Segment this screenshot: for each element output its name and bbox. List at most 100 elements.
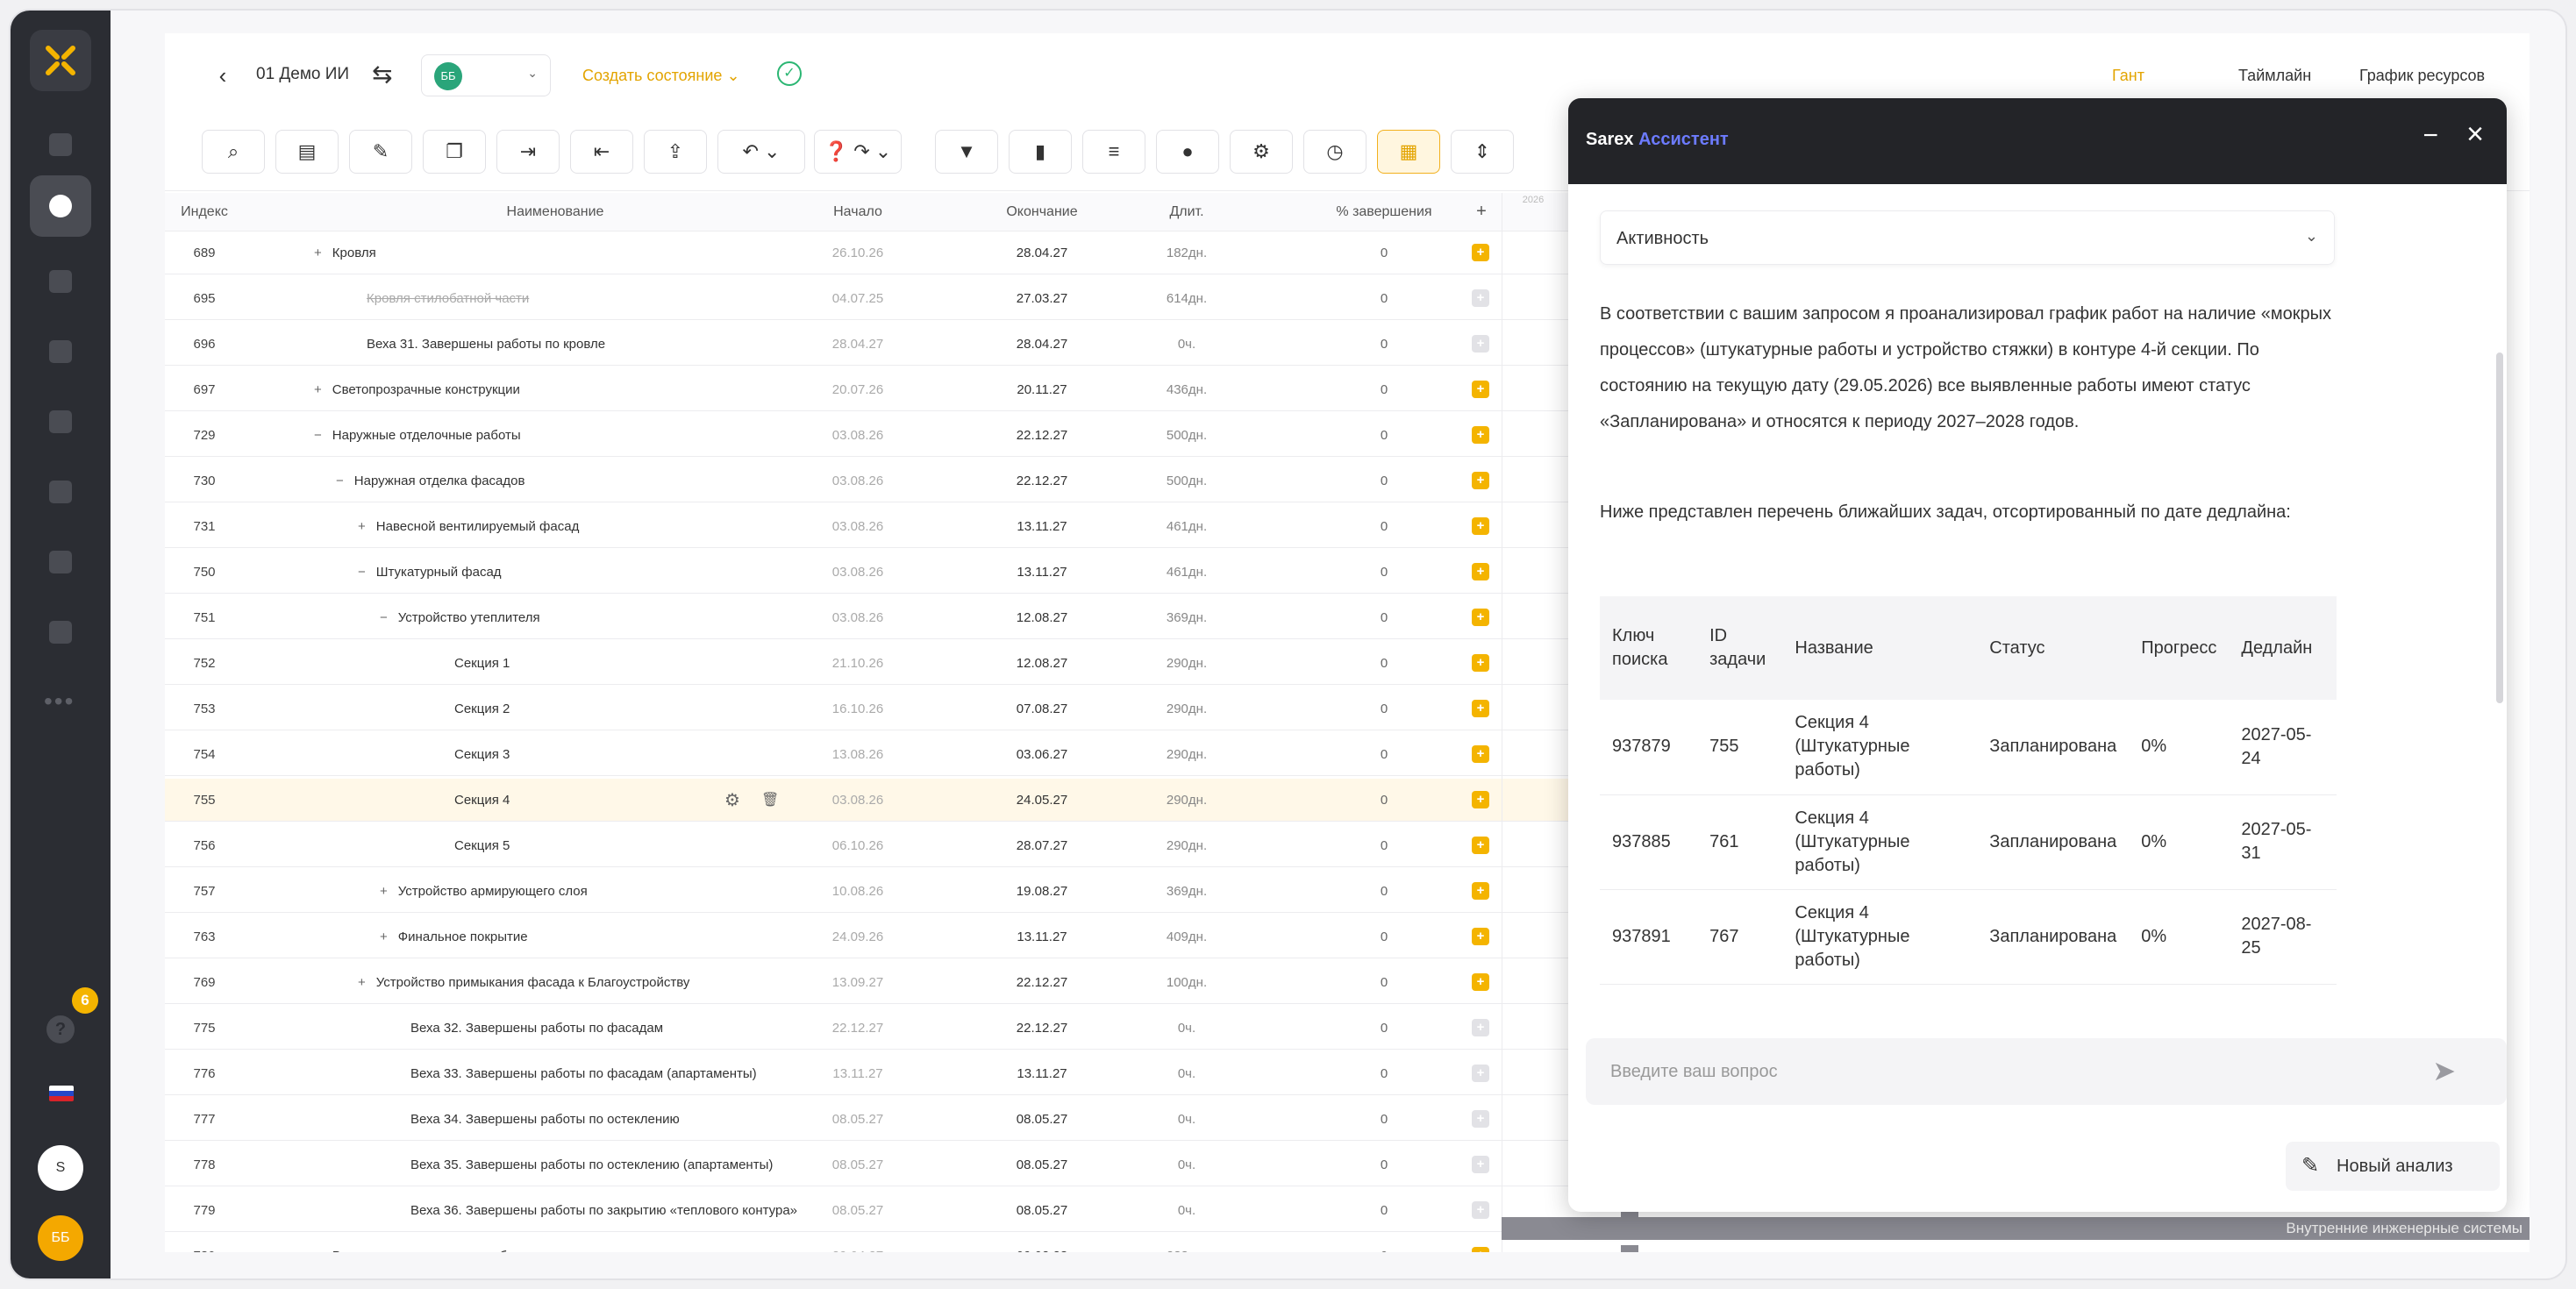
row-toggle[interactable]: +: [380, 929, 388, 944]
table-row[interactable]: 776 Веха 33. Завершены работы по фасадам …: [165, 1052, 1638, 1095]
row-name[interactable]: − Штукатурный фасад: [358, 565, 502, 580]
row-add-button[interactable]: +: [1472, 289, 1489, 307]
indent-button[interactable]: ⇥: [496, 130, 560, 174]
project-title[interactable]: 01 Демо ИИ: [256, 65, 349, 84]
video-icon[interactable]: [39, 123, 82, 167]
table-row[interactable]: 777 Веха 34. Завершены работы по остеклен…: [165, 1098, 1638, 1141]
add-column-button[interactable]: +: [1468, 202, 1495, 222]
document-icon[interactable]: [39, 260, 82, 303]
table-row[interactable]: 757 + Устройство армирующего слоя 10.08.26 1…: [165, 870, 1638, 913]
row-name[interactable]: Веха 32. Завершены работы по фасадам: [410, 1021, 663, 1036]
row-name[interactable]: Кровля стилобатной части: [367, 291, 529, 306]
table-row[interactable]: 697 + Светопрозрачные конструкции 20.07.26 2…: [165, 368, 1638, 411]
swap-icon[interactable]: ⇆: [372, 60, 392, 89]
table-row[interactable]: 779 Веха 36. Завершены работы по закрытию…: [165, 1189, 1638, 1232]
row-name[interactable]: − Устройство утеплителя: [380, 610, 540, 625]
row-add-button[interactable]: +: [1472, 654, 1489, 672]
table-row[interactable]: 751 − Устройство утеплителя 03.08.26 12.08.2…: [165, 596, 1638, 639]
row-toggle[interactable]: +: [358, 975, 366, 990]
expand-button[interactable]: ⇕: [1451, 130, 1514, 174]
header-name[interactable]: Наименование: [428, 204, 682, 220]
activity-dropdown[interactable]: Активность ⌄: [1600, 210, 2335, 265]
row-add-button[interactable]: +: [1472, 882, 1489, 900]
user-button[interactable]: S: [38, 1145, 83, 1191]
table-view-button[interactable]: ▦: [1377, 130, 1440, 174]
header-percent[interactable]: % завершения: [1331, 204, 1437, 220]
row-add-button[interactable]: +: [1472, 563, 1489, 580]
row-add-button[interactable]: +: [1472, 1247, 1489, 1252]
undo-button[interactable]: ↶ ⌄: [717, 130, 805, 174]
filter-button[interactable]: ▼: [935, 130, 998, 174]
row-add-button[interactable]: +: [1472, 928, 1489, 945]
row-add-button[interactable]: +: [1472, 426, 1489, 444]
header-start[interactable]: Начало: [796, 204, 919, 220]
row-toggle[interactable]: −: [336, 474, 344, 488]
add-task-button[interactable]: ▤: [275, 130, 339, 174]
row-name[interactable]: − Наружная отделка фасадов: [336, 474, 524, 488]
row-name[interactable]: Секция 3: [454, 747, 510, 762]
redo-button[interactable]: ❓ ↷ ⌄: [814, 130, 902, 174]
alert-button[interactable]: ●: [1156, 130, 1219, 174]
table-row[interactable]: 753 Секция 2 16.10.26 07.08.27 290дн. 0 +: [165, 687, 1638, 730]
tab-resource-chart[interactable]: График ресурсов: [2359, 67, 2485, 85]
row-name[interactable]: Веха 33. Завершены работы по фасадам (ап…: [410, 1066, 757, 1081]
create-state-button[interactable]: Создать состояние ⌄: [582, 67, 740, 85]
box-icon[interactable]: [39, 330, 82, 374]
table-row[interactable]: 752 Секция 1 21.10.26 12.08.27 290дн. 0 +: [165, 642, 1638, 685]
table-row[interactable]: 769 + Устройство примыкания фасада к Благо…: [165, 961, 1638, 1004]
row-name[interactable]: Веха 35. Завершены работы по остеклению …: [410, 1157, 773, 1172]
row-name[interactable]: − Наружные отделочные работы: [314, 428, 521, 443]
table-row[interactable]: 755 Секция 4 ⚙ 🗑 03.08.26 24.05.27 290дн. 0 +: [165, 779, 1638, 822]
row-name[interactable]: + Навесной вентилируемый фасад: [358, 519, 579, 534]
table-row[interactable]: 730 − Наружная отделка фасадов 03.08.26 22.1…: [165, 459, 1638, 502]
assistant-scrollbar[interactable]: [2496, 353, 2503, 703]
row-add-button[interactable]: +: [1472, 244, 1489, 261]
result-row[interactable]: 937885 761 Секция 4 (Штукатурные работы) За…: [1600, 794, 2337, 890]
header-duration[interactable]: Длит.: [1138, 204, 1235, 220]
highlight-button[interactable]: ▮: [1009, 130, 1072, 174]
row-add-button[interactable]: +: [1472, 791, 1489, 808]
table-row[interactable]: 731 + Навесной вентилируемый фасад 03.08.26…: [165, 505, 1638, 548]
row-name[interactable]: Веха 36. Завершены работы по закрытию «т…: [410, 1203, 797, 1218]
settings-button[interactable]: ⚙: [1230, 130, 1293, 174]
row-name[interactable]: Веха 34. Завершены работы по остеклению: [410, 1112, 680, 1127]
row-add-button[interactable]: +: [1472, 1156, 1489, 1173]
question-input[interactable]: [1586, 1038, 2410, 1105]
result-row[interactable]: 937891 767 Секция 4 (Штукатурные работы) За…: [1600, 889, 2337, 985]
gantt-bar-label[interactable]: Внутренние инженерные системы: [1502, 1217, 2530, 1240]
chart-icon[interactable]: [39, 610, 82, 654]
row-toggle[interactable]: −: [380, 610, 388, 625]
row-name[interactable]: Секция 4: [454, 793, 510, 808]
row-add-button[interactable]: +: [1472, 1019, 1489, 1036]
row-add-button[interactable]: +: [1472, 837, 1489, 854]
result-row[interactable]: 937879 755 Секция 4 (Штукатурные работы) За…: [1600, 700, 2337, 795]
table-row[interactable]: 775 Веха 32. Завершены работы по фасадам 2…: [165, 1007, 1638, 1050]
row-add-button[interactable]: +: [1472, 472, 1489, 489]
row-add-button[interactable]: +: [1472, 335, 1489, 353]
header-end[interactable]: Окончание: [981, 204, 1103, 220]
row-toggle[interactable]: +: [380, 884, 388, 899]
table-row[interactable]: 756 Секция 5 06.10.26 28.07.27 290дн. 0 +: [165, 824, 1638, 867]
table-row[interactable]: 778 Веха 35. Завершены работы по остеклен…: [165, 1143, 1638, 1186]
edit-button[interactable]: ✎: [349, 130, 412, 174]
row-toggle[interactable]: +: [314, 1249, 322, 1252]
row-name[interactable]: + Кровля: [314, 246, 376, 260]
send-icon[interactable]: ➤: [2432, 1054, 2456, 1087]
row-name[interactable]: Секция 1: [454, 656, 510, 671]
row-add-button[interactable]: +: [1472, 700, 1489, 717]
trash-icon[interactable]: 🗑: [761, 791, 779, 808]
row-add-button[interactable]: +: [1472, 1110, 1489, 1128]
row-toggle[interactable]: +: [314, 246, 322, 260]
language-flag-icon[interactable]: [49, 1086, 74, 1101]
row-name[interactable]: + Финальное покрытие: [380, 929, 528, 944]
row-toggle[interactable]: +: [314, 382, 322, 397]
row-toggle[interactable]: +: [358, 519, 366, 534]
align-button[interactable]: ≡: [1082, 130, 1145, 174]
table-row[interactable]: 750 − Штукатурный фасад 03.08.26 13.11.27 461…: [165, 551, 1638, 594]
row-toggle[interactable]: −: [358, 565, 366, 580]
header-index[interactable]: Индекс: [165, 204, 244, 220]
checklist-icon[interactable]: [39, 400, 82, 444]
row-add-button[interactable]: +: [1472, 1065, 1489, 1082]
help-icon[interactable]: ?: [46, 1015, 75, 1043]
row-name[interactable]: Секция 5: [454, 838, 510, 853]
